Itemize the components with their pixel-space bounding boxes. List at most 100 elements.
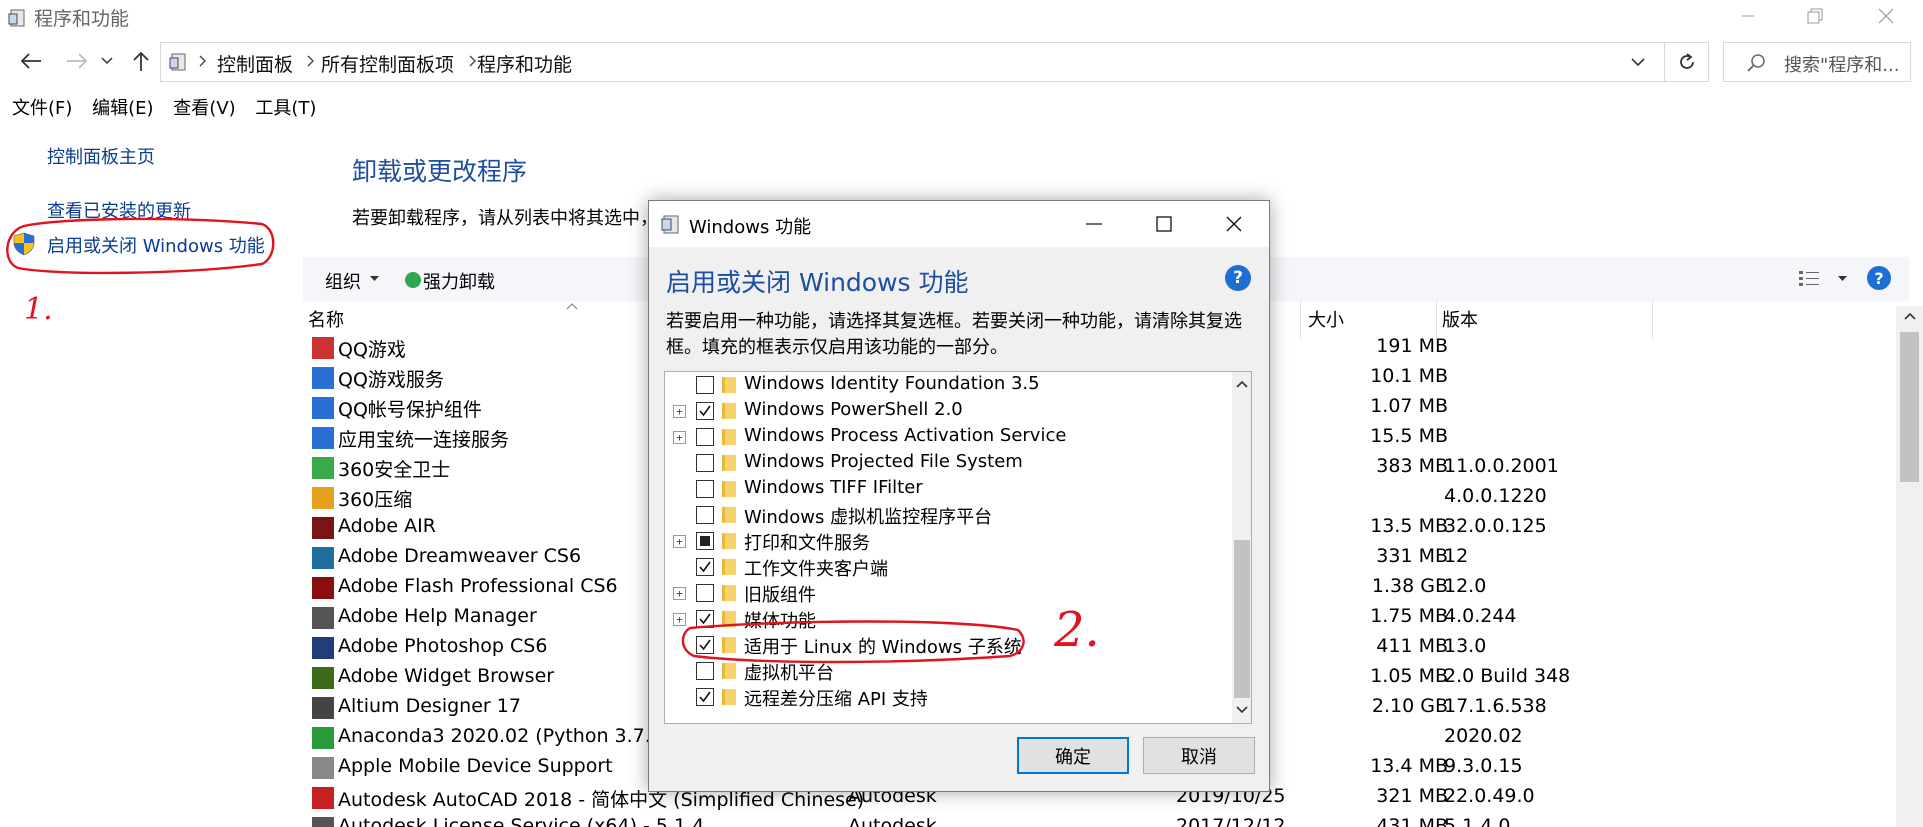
column-header-size[interactable]: 大小 (1308, 306, 1344, 332)
turn-windows-features-link[interactable]: 启用或关闭 Windows 功能 (47, 232, 265, 258)
breadcrumb-separator-icon (307, 55, 314, 67)
minimize-button[interactable] (1720, 0, 1776, 32)
feature-item[interactable]: Windows Projected File System (665, 450, 1230, 476)
scroll-up-icon (1904, 312, 1916, 320)
menu-bar: 文件(F) 编辑(E) 查看(V) 工具(T) (12, 94, 330, 120)
address-bar[interactable]: 控制面板 所有控制面板项 程序和功能 (160, 42, 1665, 82)
feature-checkbox[interactable] (696, 506, 714, 524)
feature-checkbox[interactable] (696, 454, 714, 472)
program-name: Autodesk License Service (x64) - 5.1.4 (338, 815, 705, 827)
feature-checkbox[interactable] (696, 428, 714, 446)
cancel-button[interactable]: 取消 (1143, 737, 1255, 774)
menu-view[interactable]: 查看(V) (173, 98, 235, 119)
folder-icon (722, 585, 736, 601)
program-version: 13.0 (1444, 635, 1487, 657)
breadcrumb-all-items[interactable]: 所有控制面板项 (321, 50, 454, 77)
recent-locations-button[interactable] (96, 44, 118, 78)
close-button[interactable] (1858, 0, 1914, 32)
view-installed-updates-link[interactable]: 查看已安装的更新 (47, 197, 191, 223)
feature-checkbox[interactable] (696, 636, 714, 654)
checkmark-icon (699, 691, 711, 703)
feature-item[interactable]: Windows TIFF IFilter (665, 476, 1230, 502)
chevron-down-icon (1631, 58, 1645, 67)
restore-button[interactable] (1787, 0, 1843, 32)
force-uninstall-button[interactable]: 强力卸载 (423, 268, 495, 294)
feature-item[interactable]: + Windows Process Activation Service (665, 424, 1230, 450)
program-size: 1.07 MB (1370, 395, 1448, 417)
dialog-help-button[interactable]: ? (1225, 265, 1251, 291)
feature-item[interactable]: + 旧版组件 (665, 580, 1230, 606)
feature-label: Windows Identity Foundation 3.5 (744, 373, 1040, 394)
expand-icon[interactable]: + (673, 535, 686, 548)
feature-checkbox[interactable] (696, 688, 714, 706)
maximize-icon (1156, 216, 1172, 232)
feature-item[interactable]: Windows Identity Foundation 3.5 (665, 372, 1230, 398)
feature-checkbox[interactable] (696, 376, 714, 394)
program-version: 2.0 Build 348 (1444, 665, 1571, 687)
feature-item[interactable]: + 打印和文件服务 (665, 528, 1230, 554)
program-size: 13.4 MB (1370, 755, 1448, 777)
control-panel-icon (169, 52, 187, 72)
menu-file[interactable]: 文件(F) (12, 98, 72, 119)
organize-button[interactable]: 组织 (325, 268, 361, 294)
checkmark-icon (699, 613, 711, 625)
forward-button[interactable] (60, 44, 94, 78)
feature-item[interactable]: 工作文件夹客户端 (665, 554, 1230, 580)
feature-item[interactable]: 远程差分压缩 API 支持 (665, 684, 1230, 710)
main-scroll-thumb[interactable] (1900, 332, 1919, 482)
feature-scroll-thumb[interactable] (1234, 540, 1250, 698)
expand-icon[interactable]: + (673, 431, 686, 444)
close-icon (1878, 8, 1894, 24)
view-options-button[interactable] (1798, 269, 1820, 289)
dialog-maximize-button[interactable] (1129, 201, 1199, 247)
close-icon (1226, 216, 1242, 232)
program-version: 22.0.49.0 (1444, 785, 1535, 807)
program-version: 4.0.0.1220 (1444, 485, 1547, 507)
refresh-button[interactable] (1665, 42, 1709, 82)
feature-checkbox[interactable] (696, 532, 714, 550)
dialog-close-button[interactable] (1199, 201, 1269, 247)
menu-tools[interactable]: 工具(T) (255, 98, 316, 119)
feature-item[interactable]: + Windows PowerShell 2.0 (665, 398, 1230, 424)
feature-checkbox[interactable] (696, 584, 714, 602)
program-name: Adobe Photoshop CS6 (338, 635, 548, 657)
feature-checkbox[interactable] (696, 480, 714, 498)
main-scrollbar[interactable] (1896, 306, 1923, 827)
feature-item[interactable]: 适用于 Linux 的 Windows 子系统 (665, 632, 1230, 658)
expand-icon[interactable]: + (673, 613, 686, 626)
feature-checkbox[interactable] (696, 558, 714, 576)
window-titlebar: 程序和功能 (0, 0, 1923, 36)
up-button[interactable] (124, 44, 158, 78)
expand-icon[interactable]: + (673, 405, 686, 418)
control-panel-home-link[interactable]: 控制面板主页 (47, 143, 155, 169)
breadcrumb-control-panel[interactable]: 控制面板 (217, 50, 293, 77)
search-box[interactable]: 搜索"程序和... (1723, 42, 1911, 82)
feature-scrollbar[interactable] (1232, 372, 1251, 723)
program-name: Adobe AIR (338, 515, 436, 537)
column-header-version[interactable]: 版本 (1442, 306, 1478, 332)
menu-edit[interactable]: 编辑(E) (92, 98, 153, 119)
program-icon (312, 607, 334, 629)
feature-label: 远程差分压缩 API 支持 (744, 689, 928, 710)
details-view-icon (1799, 271, 1819, 286)
program-size: 1.75 MB (1370, 605, 1448, 627)
checkmark-icon (699, 405, 711, 417)
feature-label: Windows Process Activation Service (744, 425, 1067, 446)
program-icon (312, 397, 334, 419)
column-header-name[interactable]: 名称 (308, 306, 344, 332)
feature-checkbox[interactable] (696, 402, 714, 420)
program-row[interactable]: Autodesk License Service (x64) - 5.1.4 Au… (308, 813, 1908, 827)
feature-checkbox[interactable] (696, 662, 714, 680)
program-icon (312, 547, 334, 569)
breadcrumb-programs-features[interactable]: 程序和功能 (477, 50, 572, 77)
feature-item[interactable]: + 媒体功能 (665, 606, 1230, 632)
feature-checkbox[interactable] (696, 610, 714, 628)
dialog-minimize-button[interactable] (1059, 201, 1129, 247)
address-dropdown-button[interactable] (1631, 58, 1645, 67)
back-button[interactable] (14, 44, 48, 78)
feature-item[interactable]: 虚拟机平台 (665, 658, 1230, 684)
help-button[interactable]: ? (1867, 266, 1891, 290)
ok-button[interactable]: 确定 (1017, 737, 1129, 774)
expand-icon[interactable]: + (673, 587, 686, 600)
feature-item[interactable]: Windows 虚拟机监控程序平台 (665, 502, 1230, 528)
